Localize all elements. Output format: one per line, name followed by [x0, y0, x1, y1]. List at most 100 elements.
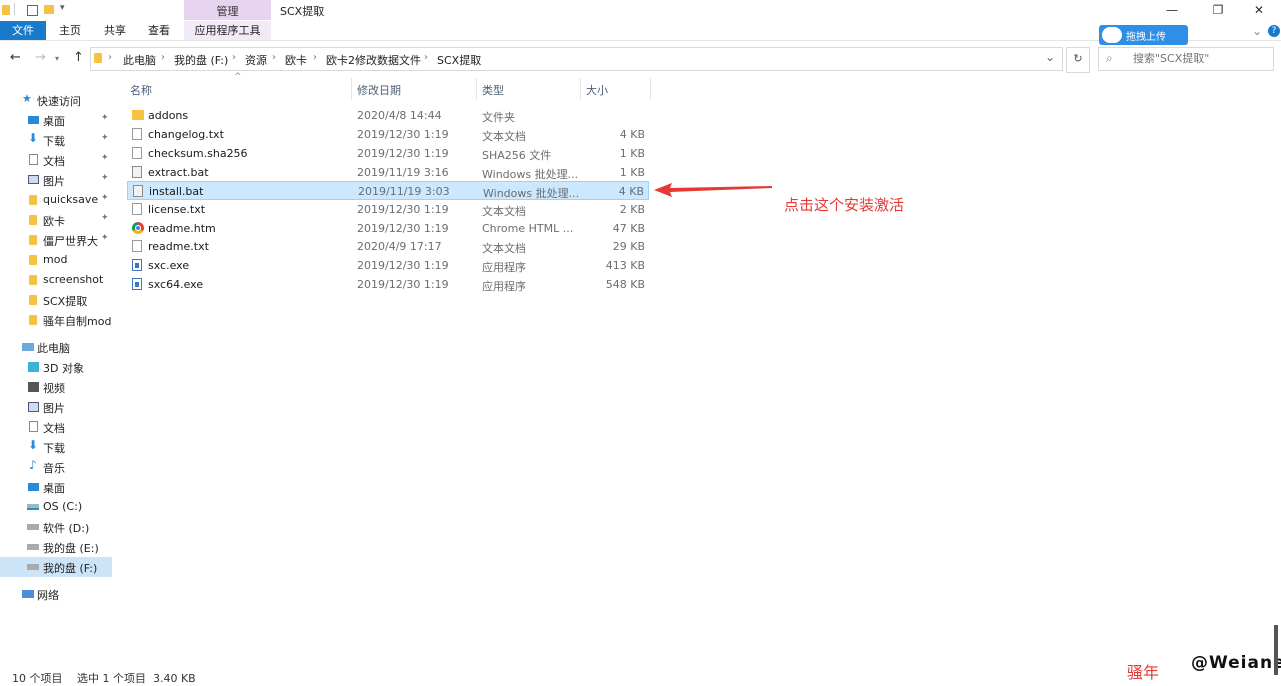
sidebar-item-label: SCX提取 [43, 295, 88, 308]
sidebar-quick-access[interactable]: ★ 快速访问 [0, 90, 112, 110]
sidebar-item-drive-f[interactable]: 我的盘 (F:) [0, 557, 112, 577]
contextual-group-label[interactable]: 管理 [184, 3, 271, 19]
sidebar-item-label: 桌面 [43, 482, 65, 495]
file-row-selected[interactable]: install.bat 2019/11/19 3:03 Windows 批处理.… [127, 181, 649, 200]
tab-share[interactable]: 共享 [97, 21, 133, 40]
sidebar-item-label: 我的盘 (F:) [43, 562, 98, 575]
file-type: Windows 批处理... [482, 168, 579, 181]
file-row[interactable]: addons 2020/4/8 14:44 文件夹 [127, 106, 649, 125]
file-name: readme.htm [148, 222, 216, 235]
sidebar-item-videos[interactable]: 视频 [0, 377, 112, 397]
sidebar-item-label: 文档 [43, 422, 65, 435]
file-icon [132, 147, 142, 159]
file-row[interactable]: license.txt 2019/12/30 1:19 文本文档 2 KB [127, 200, 649, 219]
sidebar-item-desktop-pc[interactable]: 桌面 [0, 477, 112, 497]
ribbon-collapse-icon[interactable]: ⌄ [1252, 24, 1262, 38]
sidebar-item-quicksave[interactable]: quicksave ✦ [0, 190, 112, 210]
pin-icon: ✦ [101, 213, 109, 223]
tab-application-tools[interactable]: 应用程序工具 [184, 21, 271, 40]
application-icon [132, 259, 142, 271]
sidebar-item-mod[interactable]: mod [0, 250, 112, 270]
sidebar-item-downloads[interactable]: ⬇ 下载 ✦ [0, 130, 112, 150]
tab-file[interactable]: 文件 [0, 21, 46, 40]
sidebar-this-pc[interactable]: 此电脑 [0, 337, 112, 357]
sidebar-item-drive-c[interactable]: OS (C:) [0, 497, 112, 517]
new-folder-icon[interactable] [44, 5, 54, 14]
file-name: readme.txt [148, 240, 209, 253]
column-header-type[interactable]: 类型 [482, 82, 504, 98]
breadcrumb-separator: › [424, 52, 428, 63]
breadcrumb-separator: › [108, 52, 112, 63]
address-dropdown-icon[interactable]: ⌄ [1045, 50, 1055, 64]
file-row[interactable]: sxc64.exe 2019/12/30 1:19 应用程序 548 KB [127, 275, 649, 294]
close-button[interactable]: ✕ [1237, 0, 1281, 20]
sidebar-item-label: 音乐 [43, 462, 65, 475]
sidebar-item-saonian-mod[interactable]: 骚年自制mod [0, 310, 112, 330]
sidebar-item-documents[interactable]: 文档 ✦ [0, 150, 112, 170]
sidebar-item-zombie-world[interactable]: 僵尸世界大 ✦ [0, 230, 112, 250]
breadcrumb-drive-f[interactable]: 我的盘 (F:) [174, 52, 228, 68]
file-row[interactable]: extract.bat 2019/11/19 3:16 Windows 批处理.… [127, 163, 649, 182]
back-button[interactable]: ← [10, 50, 21, 65]
scrollbar-thumb[interactable] [1274, 625, 1278, 675]
column-header-name[interactable]: 名称 [130, 82, 152, 98]
pin-icon: ✦ [101, 193, 109, 203]
sidebar-item-pictures[interactable]: 图片 ✦ [0, 170, 112, 190]
column-divider[interactable] [650, 78, 651, 100]
desktop-icon [28, 116, 39, 124]
restore-button[interactable]: ❐ [1196, 0, 1240, 20]
forward-button[interactable]: → [35, 50, 46, 65]
chrome-icon [132, 222, 144, 234]
column-divider[interactable] [351, 78, 352, 100]
customize-quickaccess-icon[interactable]: ▾ [60, 3, 65, 13]
up-button[interactable]: ↑ [73, 50, 84, 65]
tab-view[interactable]: 查看 [141, 21, 177, 40]
sidebar-item-label: 欧卡 [43, 215, 65, 228]
search-input[interactable] [1133, 52, 1263, 65]
column-header-date[interactable]: 修改日期 [357, 82, 401, 98]
sidebar-item-desktop[interactable]: 桌面 ✦ [0, 110, 112, 130]
file-row[interactable]: checksum.sha256 2019/12/30 1:19 SHA256 文… [127, 144, 649, 163]
breadcrumb-separator: › [161, 52, 165, 63]
help-icon[interactable]: ? [1268, 25, 1280, 37]
sidebar-item-3d-objects[interactable]: 3D 对象 [0, 357, 112, 377]
sidebar-item-pictures-pc[interactable]: 图片 [0, 397, 112, 417]
refresh-button[interactable]: ↻ [1066, 47, 1090, 73]
sidebar-item-ouka[interactable]: 欧卡 ✦ [0, 210, 112, 230]
location-folder-icon [94, 53, 102, 63]
tab-home[interactable]: 主页 [52, 21, 88, 40]
file-row[interactable]: readme.htm 2019/12/30 1:19 Chrome HTML .… [127, 219, 649, 238]
file-type: 应用程序 [482, 261, 526, 274]
minimize-button[interactable]: — [1150, 0, 1194, 20]
breadcrumb-scx[interactable]: SCX提取 [437, 52, 481, 68]
document-icon [29, 421, 38, 432]
file-row[interactable]: readme.txt 2020/4/9 17:17 文本文档 29 KB [127, 237, 649, 256]
sidebar-network[interactable]: 网络 [0, 584, 112, 604]
sidebar-item-scx[interactable]: SCX提取 [0, 290, 112, 310]
sidebar-item-label: OS (C:) [43, 500, 83, 513]
file-row[interactable]: changelog.txt 2019/12/30 1:19 文本文档 4 KB [127, 125, 649, 144]
breadcrumb-ouka[interactable]: 欧卡 [285, 52, 307, 68]
sidebar-item-music[interactable]: ♪ 音乐 [0, 457, 112, 477]
network-icon [22, 590, 34, 598]
sidebar-item-drive-e[interactable]: 我的盘 (E:) [0, 537, 112, 557]
column-header-size[interactable]: 大小 [586, 82, 608, 98]
file-size: 1 KB [619, 166, 645, 179]
recent-locations-icon[interactable]: ▾ [55, 54, 59, 63]
sidebar-item-drive-d[interactable]: 软件 (D:) [0, 517, 112, 537]
properties-icon[interactable] [27, 5, 38, 16]
file-row[interactable]: sxc.exe 2019/12/30 1:19 应用程序 413 KB [127, 256, 649, 275]
drive-icon [27, 564, 39, 570]
file-type: 文本文档 [482, 205, 526, 218]
sidebar-item-downloads-pc[interactable]: ⬇ 下载 [0, 437, 112, 457]
sidebar-item-screenshot[interactable]: screenshot [0, 270, 112, 290]
breadcrumb-this-pc[interactable]: 此电脑 [123, 52, 156, 68]
breadcrumb-resources[interactable]: 资源 [245, 52, 267, 68]
file-name: addons [148, 109, 189, 122]
folder-icon [29, 255, 37, 265]
column-divider[interactable] [580, 78, 581, 100]
column-divider[interactable] [476, 78, 477, 100]
sidebar-item-documents-pc[interactable]: 文档 [0, 417, 112, 437]
breadcrumb-ouka2-data[interactable]: 欧卡2修改数据文件 [326, 52, 421, 68]
sidebar-item-label: 僵尸世界大 [43, 235, 98, 248]
